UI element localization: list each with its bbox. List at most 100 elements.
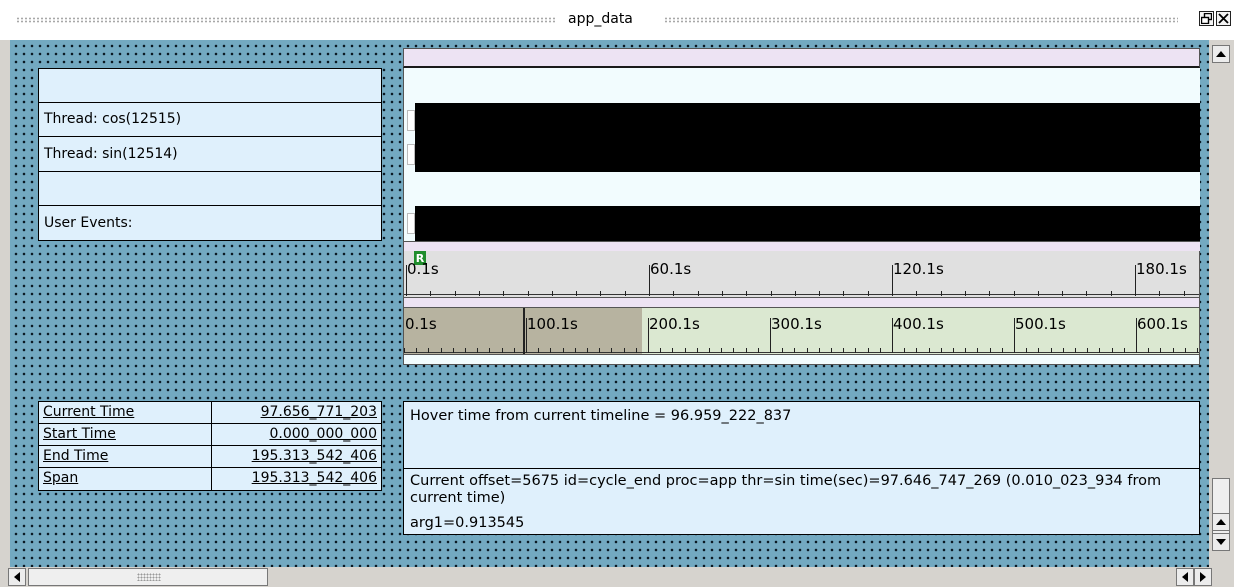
ruler-minor-tick [406,291,407,296]
thread-label: Thread: sin(12514) [44,146,178,162]
ruler-minor-tick [430,291,431,296]
vertical-scrollbar[interactable] [1210,40,1234,567]
timeline-lane-sin[interactable] [404,137,1200,172]
ruler-minor-tick [771,291,772,296]
overview-tick-label: 600.1s [1137,315,1188,333]
timeline-lanes[interactable] [403,68,1200,241]
overview-tick-label: 200.1s [649,315,700,333]
overview-minor-tick [904,348,905,353]
overview-minor-tick [953,348,954,353]
ruler-minor-tick [1086,291,1087,296]
column-divider [211,402,212,424]
overview-minor-tick [709,348,710,353]
ruler-minor-tick [455,291,456,296]
arrow-right-icon [1200,572,1206,582]
scroll-right-button[interactable] [1194,568,1212,586]
overview-minor-tick [1087,348,1088,353]
table-row: Span 195.313_542_406 [39,468,381,490]
overview-minor-tick [538,348,539,353]
close-icon [1218,13,1229,24]
ruler-minor-tick [892,291,893,296]
hover-time-text: Hover time from current timeline = 96.95… [410,408,792,424]
ruler-separator [403,298,1200,307]
arrow-up-icon [1216,51,1226,57]
scroll-up-button[interactable] [1212,45,1230,63]
ruler-minor-tick [479,291,480,296]
scroll-left-button[interactable] [1176,568,1194,586]
overview-minor-tick [685,348,686,353]
overview-minor-tick [502,348,503,353]
time-value: 195.313_542_406 [251,448,377,464]
ruler-tick-label: 60.1s [650,260,692,278]
overview-minor-tick [550,348,551,353]
overview-minor-tick [648,348,649,353]
scroll-up-button[interactable] [1212,513,1230,531]
ruler-minor-tick [795,291,796,296]
ruler-minor-tick [989,291,990,296]
thread-row[interactable]: Thread: sin(12514) [39,138,381,172]
timeline-lane-user-events[interactable] [404,206,1200,241]
arrow-left-icon [14,572,20,582]
overview-minor-tick [416,348,417,353]
scroll-left-button[interactable] [8,568,26,586]
ruler-minor-tick [868,291,869,296]
overview-minor-tick [453,348,454,353]
overview-minor-tick [892,348,893,353]
overview-ruler[interactable]: 0.1s 100.1s 200.1s 300.1s 400.1s 500.1s 600.1s [403,307,1200,355]
overview-minor-tick [575,348,576,353]
overview-minor-tick [721,348,722,353]
time-info-table: Current Time 97.656_771_203 Start Time 0… [38,401,382,491]
time-name: Span [43,470,79,486]
scroll-down-button[interactable] [1212,533,1230,551]
ruler-minor-tick [625,291,626,296]
time-ruler[interactable]: R 0.1s 60.1s 120.1s 180.1s [403,251,1200,298]
overview-minor-tick [697,348,698,353]
overview-minor-tick [441,348,442,353]
time-name: End Time [43,448,109,464]
ruler-minor-tick [746,291,747,296]
overview-minor-tick [977,348,978,353]
overview-minor-tick [965,348,966,353]
ruler-tick-label: 120.1s [893,260,944,278]
ruler-minor-tick [916,291,917,296]
thread-row[interactable] [39,69,381,103]
overview-minor-tick [843,348,844,353]
overview-minor-tick [660,348,661,353]
event-bar[interactable] [415,137,1200,172]
overview-minor-tick [1099,348,1100,353]
event-bar[interactable] [415,103,1200,138]
time-value: 195.313_542_406 [251,470,377,486]
ruler-minor-tick [673,291,674,296]
event-bar[interactable] [415,206,1200,241]
arrow-up-icon [1216,519,1226,525]
thread-label: User Events: [44,215,133,231]
horizontal-scrollbar[interactable] [0,567,1234,587]
title-bar[interactable]: app_data [0,0,1234,40]
time-value: 0.000_000_000 [269,426,377,442]
thread-row[interactable] [39,172,381,206]
overview-minor-tick [587,348,588,353]
close-button[interactable] [1216,11,1231,26]
title-grip-left [16,17,556,23]
time-name: Current Time [43,404,135,420]
event-details-text: Current offset=5675 id=cycle_end proc=ap… [410,473,1162,506]
float-icon [1201,13,1212,24]
column-divider [211,468,212,490]
ruler-minor-tick [722,291,723,296]
overview-minor-tick [611,348,612,353]
overview-minor-tick [990,348,991,353]
horizontal-scroll-handle[interactable] [28,568,268,586]
ruler-minor-tick [1159,291,1160,296]
table-row: Current Time 97.656_771_203 [39,402,381,424]
overview-minor-tick [929,348,930,353]
thread-row[interactable]: Thread: cos(12515) [39,103,381,137]
lane-start-marker [407,144,415,165]
timeline-lane-cos[interactable] [404,103,1200,138]
event-arg-text: arg1=0.913545 [410,515,525,531]
overview-minor-tick [1124,348,1125,353]
thread-row[interactable]: User Events: [39,207,381,241]
timeline-header-band [403,48,1200,68]
float-button[interactable] [1199,11,1214,26]
overview-cursor[interactable] [523,308,525,354]
arrow-left-icon [1182,572,1188,582]
